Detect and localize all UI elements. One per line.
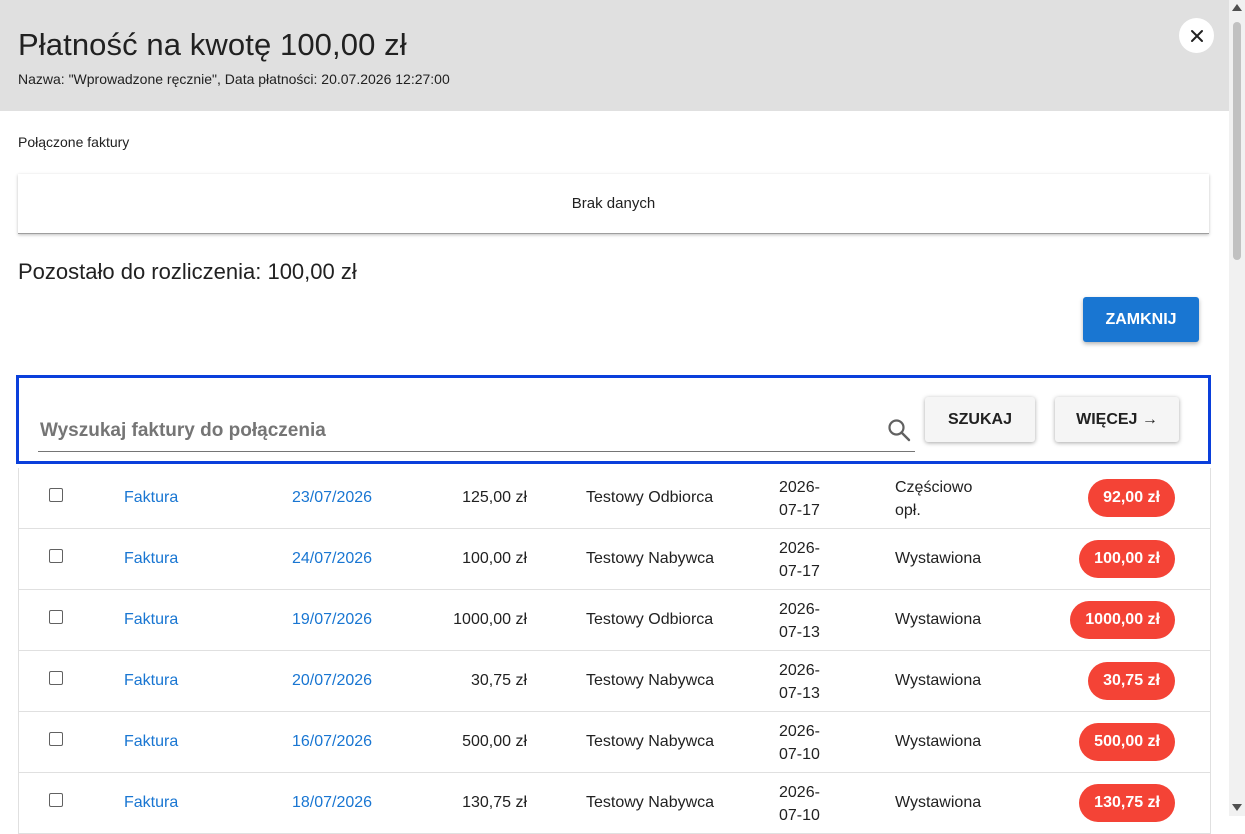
close-icon	[1190, 29, 1203, 42]
search-icon[interactable]	[887, 418, 911, 442]
scroll-up-arrow-icon[interactable]	[1232, 4, 1242, 11]
remaining-badge: 100,00 zł	[1079, 540, 1175, 578]
invoice-type-link[interactable]: Faktura	[124, 794, 178, 812]
linked-invoices-empty: Brak danych	[18, 174, 1209, 234]
scrollbar[interactable]	[1229, 0, 1245, 816]
search-button[interactable]: SZUKAJ	[925, 397, 1035, 442]
invoice-amount: 100,00 zł	[462, 550, 527, 567]
table-row[interactable]: Faktura 20/07/2026 30,75 zł Testowy Naby…	[19, 651, 1210, 712]
linked-invoices-label: Połączone faktury	[18, 134, 130, 150]
invoice-table: Faktura 23/07/2026 125,00 zł Testowy Odb…	[18, 468, 1211, 834]
remaining-amount: Pozostało do rozliczenia: 100,00 zł	[18, 259, 357, 284]
invoice-issue-date: 2026- 07-10	[779, 720, 839, 766]
remaining-badge: 500,00 zł	[1079, 723, 1175, 761]
table-row[interactable]: Faktura 19/07/2026 1000,00 zł Testowy Od…	[19, 590, 1210, 651]
remaining-badge: 130,75 zł	[1079, 784, 1175, 822]
invoice-date-link[interactable]: 24/07/2026	[292, 550, 372, 568]
invoice-status: Wystawiona	[895, 672, 982, 689]
remaining-badge: 30,75 zł	[1088, 662, 1175, 700]
invoice-type-link[interactable]: Faktura	[124, 489, 178, 507]
invoice-party: Testowy Nabywca	[586, 550, 715, 567]
table-row[interactable]: Faktura 24/07/2026 100,00 zł Testowy Nab…	[19, 529, 1210, 590]
issue-date-part: 2026-	[779, 601, 820, 618]
issue-date-part: 07-13	[779, 685, 820, 702]
invoice-date-link[interactable]: 19/07/2026	[292, 611, 372, 629]
more-button[interactable]: WIĘCEJ →	[1055, 397, 1179, 442]
search-field	[38, 407, 915, 452]
row-checkbox[interactable]	[49, 549, 63, 563]
table-row[interactable]: Faktura 23/07/2026 125,00 zł Testowy Odb…	[19, 468, 1210, 529]
invoice-type-link[interactable]: Faktura	[124, 672, 178, 690]
issue-date-part: 2026-	[779, 784, 820, 801]
table-row[interactable]: Faktura 16/07/2026 500,00 zł Testowy Nab…	[19, 712, 1210, 773]
invoice-amount: 500,00 zł	[462, 733, 527, 750]
invoice-issue-date: 2026- 07-17	[779, 476, 839, 522]
issue-date-part: 07-17	[779, 502, 820, 519]
invoice-type-link[interactable]: Faktura	[124, 550, 178, 568]
table-row[interactable]: Faktura 18/07/2026 130,75 zł Testowy Nab…	[19, 773, 1210, 834]
scroll-down-arrow-icon[interactable]	[1232, 804, 1242, 811]
close-dialog-button[interactable]: ZAMKNIJ	[1083, 297, 1199, 342]
invoice-issue-date: 2026- 07-17	[779, 537, 839, 583]
invoice-party: Testowy Nabywca	[586, 794, 715, 811]
row-checkbox[interactable]	[49, 671, 63, 685]
invoice-amount: 130,75 zł	[462, 794, 527, 811]
invoice-status: Częściowo opł.	[895, 479, 973, 519]
close-button[interactable]	[1179, 18, 1214, 53]
scrollbar-thumb[interactable]	[1233, 22, 1241, 260]
invoice-status: Wystawiona	[895, 550, 982, 567]
issue-date-part: 2026-	[779, 662, 820, 679]
issue-date-part: 2026-	[779, 540, 820, 557]
invoice-date-link[interactable]: 18/07/2026	[292, 794, 372, 812]
invoice-status: Wystawiona	[895, 794, 982, 811]
row-checkbox[interactable]	[49, 488, 63, 502]
search-input[interactable]	[38, 415, 882, 447]
remaining-badge: 1000,00 zł	[1070, 601, 1175, 639]
row-checkbox[interactable]	[49, 793, 63, 807]
invoice-type-link[interactable]: Faktura	[124, 611, 178, 629]
invoice-amount: 125,00 zł	[462, 489, 527, 506]
row-checkbox[interactable]	[49, 732, 63, 746]
invoice-amount: 1000,00 zł	[453, 611, 527, 628]
invoice-party: Testowy Odbiorca	[586, 489, 714, 506]
dialog-title: Płatność na kwotę 100,00 zł	[18, 27, 407, 62]
issue-date-part: 07-13	[779, 624, 820, 641]
issue-date-part: 07-17	[779, 563, 820, 580]
search-panel: SZUKAJ WIĘCEJ →	[16, 375, 1211, 464]
invoice-issue-date: 2026- 07-13	[779, 659, 839, 705]
invoice-amount: 30,75 zł	[470, 672, 527, 689]
invoice-party: Testowy Nabywca	[586, 672, 715, 689]
invoice-date-link[interactable]: 20/07/2026	[292, 672, 372, 690]
dialog-subtitle: Nazwa: "Wprowadzone ręcznie", Data płatn…	[18, 71, 450, 87]
dialog-header: Płatność na kwotę 100,00 zł Nazwa: "Wpro…	[0, 0, 1229, 111]
row-checkbox[interactable]	[49, 610, 63, 624]
issue-date-part: 2026-	[779, 723, 820, 740]
invoice-status: Wystawiona	[895, 611, 982, 628]
invoice-party: Testowy Odbiorca	[586, 611, 714, 628]
invoice-date-link[interactable]: 23/07/2026	[292, 489, 372, 507]
invoice-status: Wystawiona	[895, 733, 982, 750]
invoice-issue-date: 2026- 07-13	[779, 598, 839, 644]
empty-text: Brak danych	[571, 195, 656, 212]
invoice-type-link[interactable]: Faktura	[124, 733, 178, 751]
issue-date-part: 07-10	[779, 746, 820, 763]
issue-date-part: 2026-	[779, 479, 820, 496]
invoice-date-link[interactable]: 16/07/2026	[292, 733, 372, 751]
remaining-badge: 92,00 zł	[1088, 479, 1175, 517]
invoice-issue-date: 2026- 07-10	[779, 781, 839, 827]
invoice-party: Testowy Nabywca	[586, 733, 715, 750]
